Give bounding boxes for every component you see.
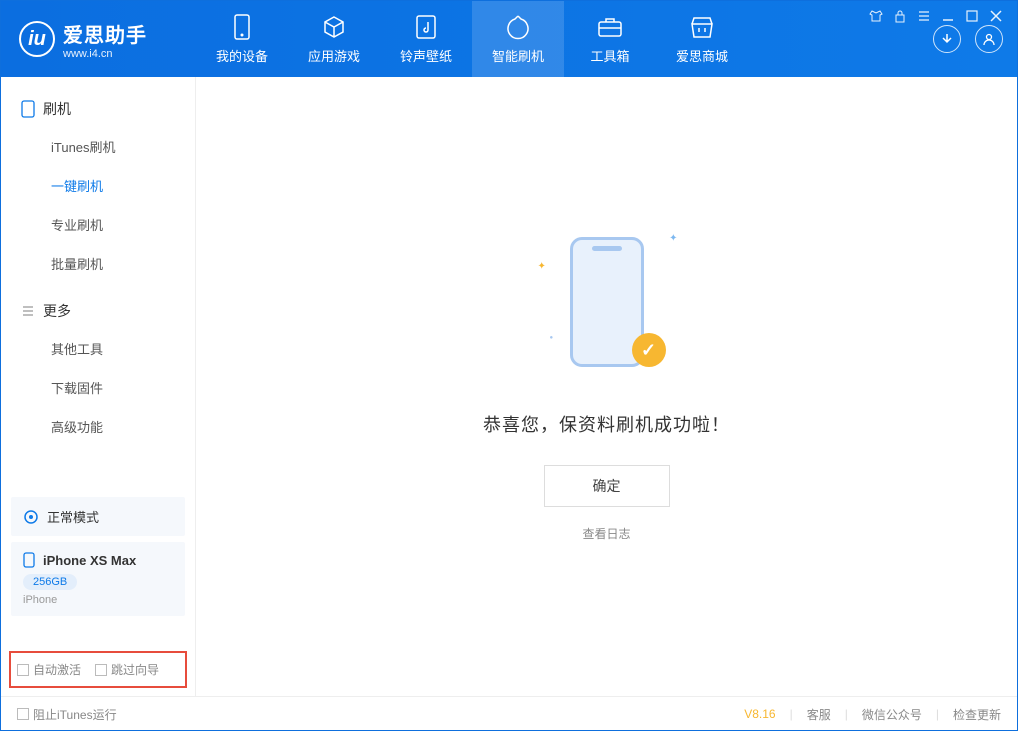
- cube-icon: [321, 14, 347, 40]
- device-name-row: iPhone XS Max: [23, 552, 173, 568]
- app-title: 爱思助手: [63, 19, 147, 48]
- device-info-box[interactable]: iPhone XS Max 256GB iPhone: [11, 542, 185, 616]
- mode-icon: [23, 509, 39, 525]
- tab-label: 智能刷机: [492, 46, 544, 65]
- user-button[interactable]: [975, 25, 1003, 53]
- tab-label: 工具箱: [590, 46, 629, 65]
- sparkle-icon: ✦: [538, 261, 546, 272]
- list-icon: [21, 304, 35, 318]
- ok-button[interactable]: 确定: [544, 465, 670, 507]
- app-logo-icon: iu: [19, 21, 55, 57]
- sidebar-item-pro-flash[interactable]: 专业刷机: [1, 205, 195, 244]
- footer-right: V8.16 | 客服 | 微信公众号 | 检查更新: [744, 706, 1001, 723]
- lock-icon[interactable]: [893, 9, 907, 23]
- wechat-link[interactable]: 微信公众号: [862, 706, 922, 723]
- sidebar-item-download-firmware[interactable]: 下载固件: [1, 368, 195, 407]
- footer: 阻止iTunes运行 V8.16 | 客服 | 微信公众号 | 检查更新: [1, 696, 1017, 731]
- device-type-label: iPhone: [23, 594, 173, 606]
- device-mode-label: 正常模式: [47, 507, 99, 526]
- checkbox-auto-activate[interactable]: 自动激活: [17, 661, 81, 678]
- device-name-text: iPhone XS Max: [43, 553, 136, 568]
- minimize-icon[interactable]: [941, 9, 955, 23]
- toolbox-icon: [597, 14, 623, 40]
- tab-store[interactable]: 爱思商城: [656, 1, 748, 77]
- support-link[interactable]: 客服: [807, 706, 831, 723]
- phone-notch: [592, 246, 622, 251]
- footer-left: 阻止iTunes运行: [17, 706, 117, 723]
- sidebar: 刷机 iTunes刷机 一键刷机 专业刷机 批量刷机 更多 其他工具 下载固件 …: [1, 77, 196, 696]
- shirt-icon[interactable]: [869, 9, 883, 23]
- download-button[interactable]: [933, 25, 961, 53]
- close-icon[interactable]: [989, 9, 1003, 23]
- tab-label: 应用游戏: [308, 46, 360, 65]
- sidebar-group-more: 更多: [1, 293, 195, 329]
- main-tabs: 我的设备 应用游戏 铃声壁纸 智能刷机 工具箱 爱思商城: [196, 1, 748, 77]
- tab-label: 我的设备: [216, 46, 268, 65]
- checkbox-icon: [95, 664, 107, 676]
- device-panel: 正常模式 iPhone XS Max 256GB iPhone: [11, 497, 185, 616]
- highlighted-checkbox-row: 自动激活 跳过向导: [9, 651, 187, 688]
- tab-apps[interactable]: 应用游戏: [288, 1, 380, 77]
- window-controls: [869, 9, 1003, 23]
- tab-label: 铃声壁纸: [400, 46, 452, 65]
- menu-icon[interactable]: [917, 9, 931, 23]
- header-actions: [933, 25, 1003, 53]
- header: iu 爱思助手 www.i4.cn 我的设备 应用游戏 铃声壁纸 智能刷机 工具…: [1, 1, 1017, 77]
- tab-my-device[interactable]: 我的设备: [196, 1, 288, 77]
- flash-icon: [505, 14, 531, 40]
- app-subtitle: www.i4.cn: [63, 48, 147, 60]
- device-capacity-badge: 256GB: [23, 574, 77, 590]
- sparkle-icon: ✦: [669, 233, 677, 244]
- sidebar-group-flash: 刷机: [1, 91, 195, 127]
- checkbox-icon: [17, 708, 29, 720]
- tab-ringtones[interactable]: 铃声壁纸: [380, 1, 472, 77]
- checkbox-icon: [17, 664, 29, 676]
- phone-icon: [21, 100, 35, 118]
- store-icon: [689, 14, 715, 40]
- sidebar-item-itunes-flash[interactable]: iTunes刷机: [1, 127, 195, 166]
- view-log-link[interactable]: 查看日志: [582, 525, 630, 542]
- success-illustration: ✦ ✦ ● ✓: [552, 231, 662, 381]
- checkbox-label: 阻止iTunes运行: [33, 706, 117, 723]
- checkbox-label: 自动激活: [33, 661, 81, 678]
- device-phone-icon: [23, 552, 35, 568]
- version-label: V8.16: [744, 707, 775, 721]
- tab-toolbox[interactable]: 工具箱: [564, 1, 656, 77]
- tab-label: 爱思商城: [676, 46, 728, 65]
- maximize-icon[interactable]: [965, 9, 979, 23]
- logo-area: iu 爱思助手 www.i4.cn: [1, 19, 196, 60]
- sidebar-item-oneclick-flash[interactable]: 一键刷机: [1, 166, 195, 205]
- sidebar-item-other-tools[interactable]: 其他工具: [1, 329, 195, 368]
- device-mode-box[interactable]: 正常模式: [11, 497, 185, 536]
- music-file-icon: [413, 14, 439, 40]
- check-badge-icon: ✓: [632, 333, 666, 367]
- main-content: ✦ ✦ ● ✓ 恭喜您，保资料刷机成功啦！ 确定 查看日志: [196, 77, 1017, 696]
- success-message: 恭喜您，保资料刷机成功啦！: [483, 411, 730, 437]
- device-icon: [229, 14, 255, 40]
- checkbox-skip-guide[interactable]: 跳过向导: [95, 661, 159, 678]
- sparkle-icon: ●: [550, 335, 554, 341]
- checkbox-block-itunes[interactable]: 阻止iTunes运行: [17, 706, 117, 723]
- sidebar-item-batch-flash[interactable]: 批量刷机: [1, 244, 195, 283]
- body: 刷机 iTunes刷机 一键刷机 专业刷机 批量刷机 更多 其他工具 下载固件 …: [1, 77, 1017, 696]
- checkbox-label: 跳过向导: [111, 661, 159, 678]
- sidebar-item-advanced[interactable]: 高级功能: [1, 407, 195, 446]
- check-update-link[interactable]: 检查更新: [953, 706, 1001, 723]
- tab-flash[interactable]: 智能刷机: [472, 1, 564, 77]
